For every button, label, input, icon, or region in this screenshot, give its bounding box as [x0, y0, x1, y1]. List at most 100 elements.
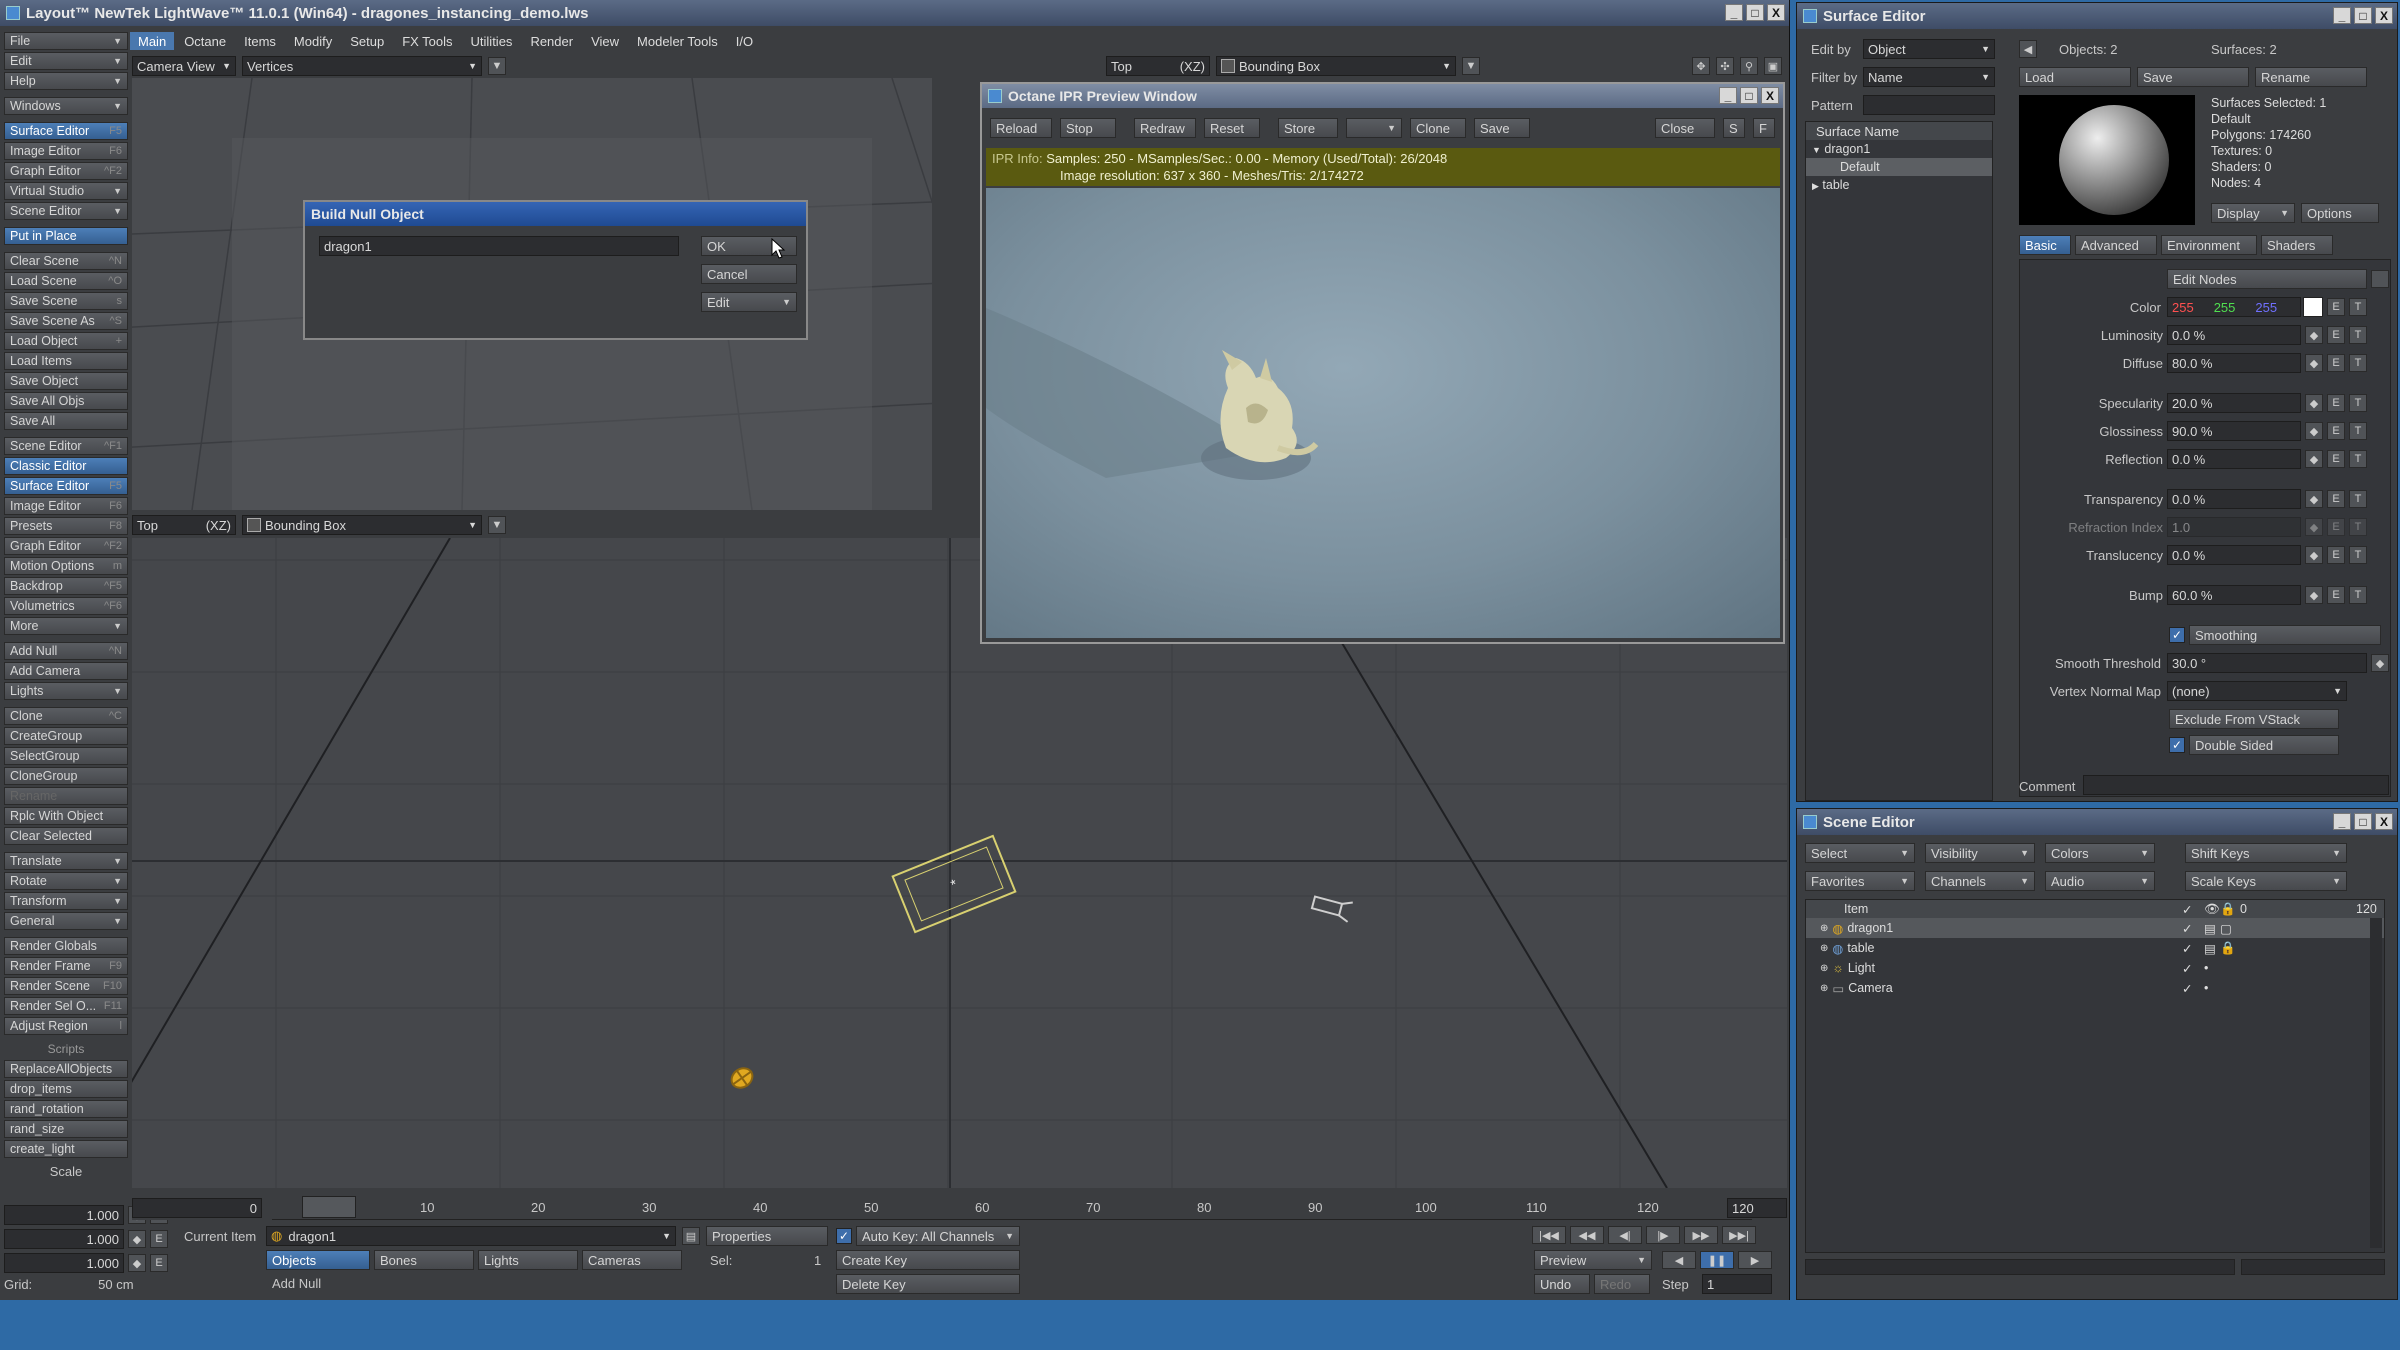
prev-frame-icon[interactable]: ◀|: [1608, 1226, 1642, 1244]
next-frame-icon[interactable]: |▶: [1646, 1226, 1680, 1244]
adjust-region-button[interactable]: Adjust Region l: [4, 1017, 128, 1035]
tab-items[interactable]: Items: [236, 32, 284, 50]
reflection-spin-icon[interactable]: ◆: [2305, 450, 2323, 468]
load-items-button[interactable]: Load Items: [4, 352, 128, 370]
octane-close-window-button[interactable]: X: [1761, 87, 1779, 104]
scene-close-button[interactable]: X: [2375, 813, 2393, 830]
save-object-button[interactable]: Save Object: [4, 372, 128, 390]
smoothing-toggle[interactable]: Smoothing: [2189, 625, 2381, 645]
move-view-icon[interactable]: ✥: [1692, 57, 1710, 75]
diffuse-texture-button[interactable]: T: [2349, 354, 2367, 372]
stop-button[interactable]: Stop: [1060, 118, 1116, 138]
motion-options-button[interactable]: Motion Options m: [4, 557, 128, 575]
backdrop-button[interactable]: Backdrop ^F5: [4, 577, 128, 595]
image-editor-button-2[interactable]: Image Editor F6: [4, 497, 128, 515]
view-mode-select[interactable]: Camera View ▼: [132, 56, 236, 76]
more-button[interactable]: More ▼: [4, 617, 128, 635]
go-to-start-icon[interactable]: |◀◀: [1532, 1226, 1566, 1244]
shift-keys-dropdown[interactable]: Shift Keys ▼: [2185, 843, 2347, 863]
create-key-button[interactable]: Create Key: [836, 1250, 1020, 1270]
refraction-index-field[interactable]: 1.0: [2167, 517, 2301, 537]
windows-menu-button[interactable]: Windows ▼: [4, 97, 128, 115]
color-swatch[interactable]: [2303, 297, 2323, 317]
pause-icon[interactable]: ❚❚: [1700, 1251, 1734, 1269]
scene-vertical-scrollbar[interactable]: [2370, 918, 2382, 1248]
volumetrics-button[interactable]: Volumetrics ^F6: [4, 597, 128, 615]
specularity-envelope-button[interactable]: E: [2327, 394, 2345, 412]
close-ipr-button[interactable]: Close: [1655, 118, 1715, 138]
cameras-tab[interactable]: Cameras: [582, 1250, 682, 1270]
rename-surface-button[interactable]: Rename: [2255, 67, 2367, 87]
bump-spin-icon[interactable]: ◆: [2305, 586, 2323, 604]
cancel-button[interactable]: Cancel: [701, 264, 797, 284]
tree-item-dragon1[interactable]: ▼ dragon1: [1806, 140, 1992, 158]
scene-row-camera[interactable]: ⊕ ▭ Camera ✓ •: [1806, 978, 2384, 998]
play-icon[interactable]: ▶: [1738, 1251, 1772, 1269]
script-rand-size[interactable]: rand_size: [4, 1120, 128, 1138]
colors-dropdown[interactable]: Colors ▼: [2045, 843, 2155, 863]
surface-editor-titlebar[interactable]: Surface Editor _ □ X: [1797, 3, 2397, 29]
clear-scene-button[interactable]: Clear Scene ^N: [4, 252, 128, 270]
scene-editor-button[interactable]: Scene Editor ▼: [4, 202, 128, 220]
edit-menu-button[interactable]: Edit ▼: [4, 52, 128, 70]
save-scene-as-button[interactable]: Save Scene As ^S: [4, 312, 128, 330]
vertex-normal-select[interactable]: (none) ▼: [2167, 681, 2347, 701]
redo-button[interactable]: Redo: [1594, 1274, 1650, 1294]
filter-by-select[interactable]: Name ▼: [1863, 67, 1995, 87]
store-slot-dropdown[interactable]: ▼: [1346, 118, 1402, 138]
pattern-input[interactable]: [1863, 95, 1995, 115]
surface-close-button[interactable]: X: [2375, 7, 2393, 24]
script-rand-rotation[interactable]: rand_rotation: [4, 1100, 128, 1118]
reflection-texture-button[interactable]: T: [2349, 450, 2367, 468]
translucency-field[interactable]: 0.0 %: [2167, 545, 2301, 565]
build-null-titlebar[interactable]: Build Null Object: [305, 202, 806, 226]
top-display-select[interactable]: Bounding Box ▼: [1216, 56, 1456, 76]
top-viewport-options-icon[interactable]: ▼: [1462, 57, 1480, 75]
autokey-dropdown[interactable]: Auto Key: All Channels ▼: [856, 1226, 1020, 1246]
camera-icon[interactable]: [1310, 893, 1353, 923]
create-group-button[interactable]: CreateGroup: [4, 727, 128, 745]
properties-button[interactable]: Properties: [706, 1226, 828, 1246]
script-drop-items[interactable]: drop_items: [4, 1080, 128, 1098]
step-field[interactable]: 1: [1702, 1274, 1772, 1294]
collapse-arrow-icon[interactable]: ◀: [2019, 40, 2037, 58]
viewport-options-icon[interactable]: ▼: [488, 57, 506, 75]
bounding-box-checkbox[interactable]: [1221, 59, 1235, 73]
color-envelope-button[interactable]: E: [2327, 298, 2345, 316]
presets-button[interactable]: Presets F8: [4, 517, 128, 535]
bump-texture-button[interactable]: T: [2349, 586, 2367, 604]
scene-horizontal-scrollbar[interactable]: [1805, 1259, 2235, 1275]
rotate-button[interactable]: Rotate ▼: [4, 872, 128, 890]
main-titlebar[interactable]: Layout™ NewTek LightWave™ 11.0.1 (Win64)…: [0, 0, 1789, 26]
select-dropdown[interactable]: Select ▼: [1805, 843, 1915, 863]
put-in-place-button[interactable]: Put in Place: [4, 227, 128, 245]
undo-button[interactable]: Undo: [1534, 1274, 1590, 1294]
specularity-field[interactable]: 20.0 %: [2167, 393, 2301, 413]
graph-editor-button[interactable]: Graph Editor ^F2: [4, 162, 128, 180]
bump-envelope-button[interactable]: E: [2327, 586, 2345, 604]
transform-button[interactable]: Transform ▼: [4, 892, 128, 910]
render-selected-button[interactable]: Render Sel O... F11: [4, 997, 128, 1015]
glossiness-texture-button[interactable]: T: [2349, 422, 2367, 440]
script-replace-all-objects[interactable]: ReplaceAllObjects: [4, 1060, 128, 1078]
scale-x-field[interactable]: 1.000: [4, 1205, 124, 1225]
glossiness-envelope-button[interactable]: E: [2327, 422, 2345, 440]
scene-row-dragon1[interactable]: ⊕ ◍ dragon1 ✓ ▤ ▢: [1806, 918, 2384, 938]
frame-end-field[interactable]: 120: [1727, 1198, 1787, 1218]
clone-ipr-button[interactable]: Clone: [1410, 118, 1466, 138]
scene-editor-button-2[interactable]: Scene Editor ^F1: [4, 437, 128, 455]
tab-modify[interactable]: Modify: [286, 32, 340, 50]
scene-maximize-button[interactable]: □: [2354, 813, 2372, 830]
load-object-button[interactable]: Load Object +: [4, 332, 128, 350]
replace-with-object-button[interactable]: Rplc With Object: [4, 807, 128, 825]
transparency-field[interactable]: 0.0 %: [2167, 489, 2301, 509]
current-item-select[interactable]: ◍ dragon1 ▼: [266, 1226, 676, 1246]
close-button[interactable]: X: [1767, 4, 1785, 21]
timeline[interactable]: 0 0 10 20 30 40 50 60 70 80 90 100 110 1…: [132, 1196, 1787, 1220]
shading-select[interactable]: Vertices ▼: [242, 56, 482, 76]
virtual-studio-button[interactable]: Virtual Studio ▼: [4, 182, 128, 200]
render-frame-button[interactable]: Render Frame F9: [4, 957, 128, 975]
octane-maximize-button[interactable]: □: [1740, 87, 1758, 104]
tab-view[interactable]: View: [583, 32, 627, 50]
ipr-render-view[interactable]: [986, 188, 1780, 638]
